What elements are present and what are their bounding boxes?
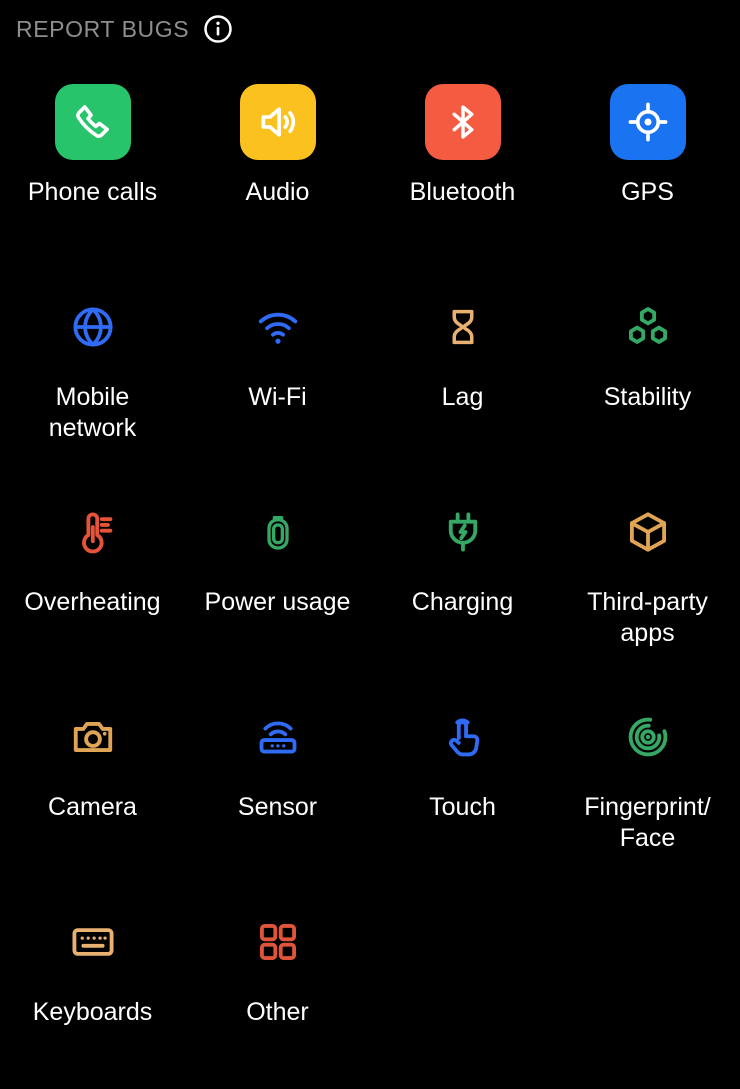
report-bugs-screen: REPORT BUGS Phone calls Audio Bluetooth GPS… bbox=[0, 0, 740, 1026]
tile-label: Lag bbox=[441, 383, 484, 411]
tile-charging[interactable]: Charging bbox=[370, 474, 555, 679]
thermometer-icon bbox=[55, 494, 131, 570]
speaker-volume-icon bbox=[239, 84, 316, 160]
wifi-icon bbox=[240, 289, 316, 365]
tile-label: Camera bbox=[48, 793, 137, 821]
tile-label: Phone calls bbox=[27, 178, 158, 206]
touch-hand-icon bbox=[425, 699, 501, 775]
page-title: REPORT BUGS bbox=[16, 15, 190, 42]
tile-touch[interactable]: Touch bbox=[370, 679, 555, 884]
sensor-router-icon bbox=[240, 699, 316, 775]
bluetooth-icon bbox=[424, 84, 501, 160]
battery-icon bbox=[240, 494, 316, 570]
tile-sensor[interactable]: Sensor bbox=[185, 679, 370, 884]
tile-lag[interactable]: Lag bbox=[370, 269, 555, 474]
tile-label: Fingerprint/ Face bbox=[584, 793, 711, 852]
camera-icon bbox=[55, 699, 131, 775]
fingerprint-icon bbox=[610, 699, 686, 775]
tile-bluetooth[interactable]: Bluetooth bbox=[370, 64, 555, 269]
tile-stability[interactable]: Stability bbox=[555, 269, 740, 474]
tile-label: Stability bbox=[603, 383, 692, 411]
hexagons-icon bbox=[610, 289, 686, 365]
tile-label: Mobile network bbox=[48, 383, 137, 442]
gps-target-icon bbox=[609, 84, 686, 160]
tile-label: Keyboards bbox=[32, 998, 153, 1026]
tile-label: Charging bbox=[411, 588, 514, 616]
keyboard-icon bbox=[55, 904, 131, 980]
tile-label: Bluetooth bbox=[409, 178, 516, 206]
tile-label: Overheating bbox=[24, 588, 161, 616]
tile-label: Audio bbox=[245, 178, 310, 206]
cube-icon bbox=[610, 494, 686, 570]
tile-other[interactable]: Other bbox=[185, 884, 370, 1089]
info-circle-icon[interactable] bbox=[203, 14, 233, 44]
page-header: REPORT BUGS bbox=[0, 0, 740, 58]
tile-fingerprint-face[interactable]: Fingerprint/ Face bbox=[555, 679, 740, 884]
tile-overheating[interactable]: Overheating bbox=[0, 474, 185, 679]
tile-label: Other bbox=[246, 998, 309, 1026]
tile-label: Wi-Fi bbox=[248, 383, 307, 411]
tile-label: Power usage bbox=[204, 588, 351, 616]
tile-power-usage[interactable]: Power usage bbox=[185, 474, 370, 679]
tile-audio[interactable]: Audio bbox=[185, 64, 370, 269]
tile-wifi[interactable]: Wi-Fi bbox=[185, 269, 370, 474]
tile-keyboards[interactable]: Keyboards bbox=[0, 884, 185, 1089]
tile-label: Touch bbox=[429, 793, 496, 821]
grid-squares-icon bbox=[240, 904, 316, 980]
tile-phone-calls[interactable]: Phone calls bbox=[0, 64, 185, 269]
tile-third-party-apps[interactable]: Third-party apps bbox=[555, 474, 740, 679]
charging-plug-icon bbox=[425, 494, 501, 570]
tile-label: Sensor bbox=[237, 793, 318, 821]
tile-label: GPS bbox=[621, 178, 674, 206]
tile-mobile-network[interactable]: Mobile network bbox=[0, 269, 185, 474]
tile-camera[interactable]: Camera bbox=[0, 679, 185, 884]
tile-gps[interactable]: GPS bbox=[555, 64, 740, 269]
globe-icon bbox=[55, 289, 131, 365]
tile-label: Third-party apps bbox=[587, 588, 708, 647]
bug-category-grid: Phone calls Audio Bluetooth GPS Mobile netwo… bbox=[0, 64, 740, 1089]
hourglass-icon bbox=[425, 289, 501, 365]
phone-handset-icon bbox=[54, 84, 131, 160]
